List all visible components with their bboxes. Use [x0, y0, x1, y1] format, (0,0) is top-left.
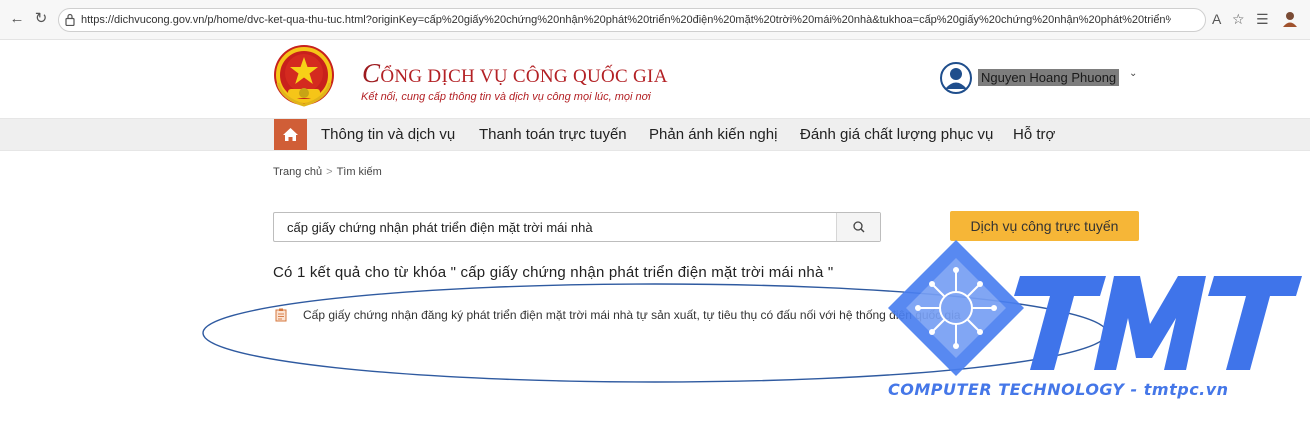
search-input[interactable]	[275, 214, 835, 240]
nav-item-info-services[interactable]: Thông tin và dịch vụ	[321, 126, 455, 143]
site-subtitle: Kết nối, cung cấp thông tin và dịch vụ c…	[361, 91, 651, 103]
breadcrumb-separator: >	[326, 166, 333, 178]
chevron-down-icon[interactable]: ⌄	[1129, 68, 1137, 79]
user-name[interactable]: Nguyen Hoang Phuong	[978, 69, 1120, 86]
document-icon	[275, 308, 287, 322]
url-text: https://dichvucong.gov.vn/p/home/dvc-ket…	[81, 14, 1171, 26]
browser-toolbar: ← ↻ https://dichvucong.gov.vn/p/home/dvc…	[0, 0, 1310, 40]
nav-item-service-quality[interactable]: Đánh giá chất lượng phục vụ	[800, 126, 993, 143]
main-navbar: Thông tin và dịch vụ Thanh toán trực tuy…	[0, 118, 1310, 151]
search-button[interactable]	[836, 213, 880, 241]
breadcrumb-current: Tìm kiếm	[336, 166, 382, 178]
search-icon	[853, 221, 865, 233]
national-emblem-logo[interactable]	[272, 43, 336, 109]
home-icon	[283, 128, 298, 141]
online-service-button[interactable]: Dịch vụ công trực tuyến	[950, 211, 1139, 241]
watermark-tagline: COMPUTER TECHNOLOGY - tmtpc.vn	[888, 380, 1229, 399]
profile-icon[interactable]	[1282, 10, 1298, 28]
result-heading: Có 1 kết quả cho từ khóa " cấp giấy chứn…	[273, 264, 834, 281]
breadcrumb-home[interactable]: Trang chủ	[273, 166, 322, 178]
search-bar	[273, 212, 881, 242]
breadcrumb: Trang chủ > Tìm kiếm	[273, 166, 382, 178]
nav-item-online-payment[interactable]: Thanh toán trực tuyến	[479, 126, 627, 143]
home-button[interactable]	[274, 119, 307, 150]
reload-icon[interactable]: ↻	[32, 10, 50, 28]
nav-item-feedback[interactable]: Phản ánh kiến nghị	[649, 126, 777, 143]
site-title-text: ỔNG DỊCH VỤ CÔNG QUỐC GIA	[380, 66, 668, 87]
collections-icon[interactable]: ☰	[1256, 10, 1269, 28]
address-bar[interactable]: https://dichvucong.gov.vn/p/home/dvc-ket…	[58, 8, 1206, 32]
tmt-watermark-logo	[888, 240, 1302, 376]
read-aloud-icon[interactable]: A	[1212, 10, 1221, 28]
site-title-initial: C	[362, 58, 381, 88]
result-link[interactable]: Cấp giấy chứng nhận đăng ký phát triển đ…	[303, 308, 961, 322]
user-avatar-icon	[940, 62, 972, 94]
site-title[interactable]: CỔNG DỊCH VỤ CÔNG QUỐC GIA	[362, 58, 668, 89]
favorite-icon[interactable]: ☆	[1232, 10, 1245, 28]
nav-item-support[interactable]: Hỗ trợ	[1013, 126, 1055, 143]
lock-icon	[65, 13, 75, 26]
back-icon[interactable]: ←	[8, 10, 26, 28]
